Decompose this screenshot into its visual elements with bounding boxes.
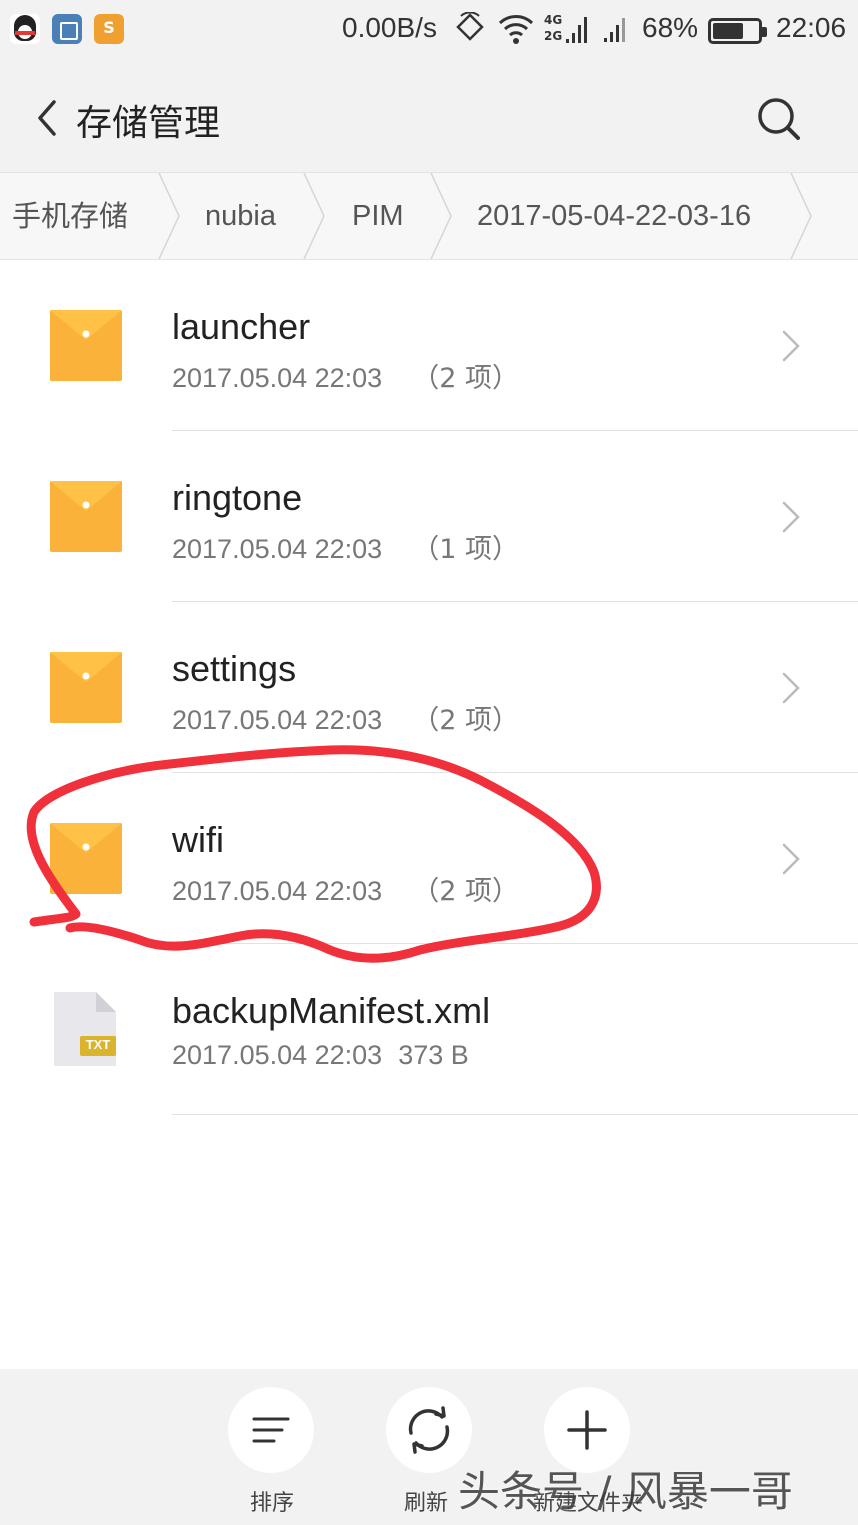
signal-bars-icon — [604, 18, 625, 42]
folder-icon — [50, 310, 122, 381]
item-count: （2 项） — [412, 705, 519, 736]
breadcrumb-separator-icon — [430, 173, 452, 259]
divider — [172, 1114, 858, 1115]
file-name: backupManifest.xml — [172, 990, 491, 1031]
chevron-right-icon — [782, 672, 800, 704]
back-arrow-icon[interactable] — [30, 94, 66, 142]
sort-label: 排序 — [249, 1491, 294, 1516]
auto-rotate-icon — [456, 12, 484, 41]
file-meta: 2017.05.04 22:03 （2 项） — [172, 698, 519, 737]
file-meta: 2017.05.04 22:03 （1 项） — [172, 527, 519, 566]
item-count: （2 项） — [412, 876, 519, 907]
gallery-icon — [52, 14, 82, 44]
note-icon — [94, 14, 124, 44]
breadcrumb-item-pim[interactable]: PIM — [352, 173, 404, 259]
qq-icon — [10, 14, 40, 44]
file-date: 2017.05.04 22:03 — [172, 705, 383, 735]
file-date: 2017.05.04 22:03 — [172, 363, 383, 393]
chevron-right-icon — [782, 330, 800, 362]
file-meta: 2017.05.04 22:03 （2 项） — [172, 869, 519, 908]
file-name: wifi — [172, 819, 224, 860]
breadcrumb-separator-icon — [303, 173, 325, 259]
app-bar: 存储管理 — [0, 64, 858, 172]
signal-label-4g: 4G — [544, 13, 563, 27]
txt-file-icon: TXT — [52, 990, 118, 1068]
file-size: 373 B — [398, 1040, 469, 1070]
signal-label-2g: 2G — [544, 29, 563, 43]
breadcrumb-separator-icon — [790, 173, 812, 259]
wifi-icon — [498, 15, 534, 44]
sort-button[interactable]: 排序 — [212, 1369, 332, 1525]
file-date: 2017.05.04 22:03 — [172, 534, 383, 564]
item-count: （2 项） — [412, 363, 519, 394]
page-title: 存储管理 — [76, 103, 221, 144]
status-bar: 0.00B/s 4G 2G 68% 22:06 — [0, 0, 858, 64]
watermark: 头条号 / 风暴一哥 — [458, 1467, 793, 1516]
file-meta: 2017.05.04 22:03 （2 项） — [172, 356, 519, 395]
breadcrumb: 手机存储 nubia PIM 2017-05-04-22-03-16 — [0, 172, 858, 260]
file-row-settings[interactable]: settings 2017.05.04 22:03 （2 项） — [0, 602, 858, 773]
file-row-wifi[interactable]: wifi 2017.05.04 22:03 （2 项） — [0, 773, 858, 944]
battery-percent: 68% — [642, 12, 699, 43]
search-icon[interactable] — [752, 92, 804, 144]
file-meta: 2017.05.04 22:03 373 B — [172, 1040, 469, 1071]
battery-fill — [713, 23, 743, 39]
battery-icon — [708, 18, 767, 44]
chevron-right-icon — [782, 843, 800, 875]
file-row-ringtone[interactable]: ringtone 2017.05.04 22:03 （1 项） — [0, 431, 858, 602]
breadcrumb-item-phone-storage[interactable]: 手机存储 — [12, 173, 128, 259]
breadcrumb-item-current[interactable]: 2017-05-04-22-03-16 — [477, 173, 751, 259]
file-row-backup-manifest[interactable]: TXT backupManifest.xml 2017.05.04 22:03 3… — [0, 944, 858, 1115]
folder-icon — [50, 823, 122, 894]
mobile-signal-icon: 4G 2G — [544, 13, 594, 47]
file-name: settings — [172, 648, 297, 689]
folder-icon — [50, 481, 122, 552]
network-speed: 0.00B/s — [342, 12, 437, 43]
file-name: launcher — [172, 306, 311, 347]
folder-icon — [50, 652, 122, 723]
file-name: ringtone — [172, 477, 303, 518]
chevron-right-icon — [782, 501, 800, 533]
breadcrumb-item-nubia[interactable]: nubia — [205, 173, 276, 259]
item-count: （1 项） — [412, 534, 519, 565]
sort-icon — [252, 1417, 290, 1443]
file-date: 2017.05.04 22:03 — [172, 876, 383, 906]
clock: 22:06 — [776, 12, 847, 43]
file-date: 2017.05.04 22:03 — [172, 1040, 383, 1070]
file-row-launcher[interactable]: launcher 2017.05.04 22:03 （2 项） — [0, 260, 858, 431]
breadcrumb-separator-icon — [158, 173, 180, 259]
file-type-badge: TXT — [85, 1037, 111, 1052]
